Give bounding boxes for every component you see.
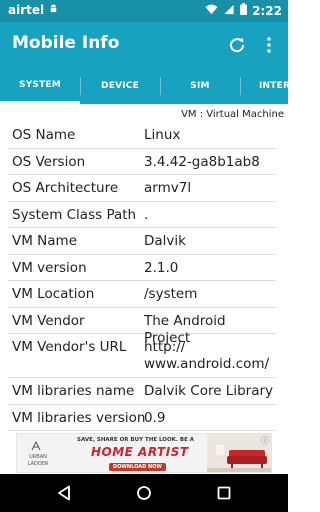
table-row: VM Vendor's URL http:// www.android.com/ [8,334,276,378]
row-value: 3.4.42-ga8b1ab8 [144,153,260,170]
clock-text: 2:22 [252,3,282,18]
table-row: VM version 2.1.0 [8,255,276,281]
row-label: VM Vendor's URL [12,339,127,355]
tab-sim[interactable]: SIM [160,68,240,104]
row-label: VM libraries name [12,383,135,399]
android-debug-icon [48,3,59,17]
row-label: VM libraries version [12,409,146,426]
recents-button[interactable] [212,482,236,504]
table-row: VM Name Dalvik [8,228,276,255]
row-value: Dalvik Core Library [144,383,274,399]
row-label: VM Location [12,286,95,302]
table-row: VM libraries name Dalvik Core Library [8,378,276,405]
tab-internet[interactable]: INTER [240,68,288,104]
ad-headline: SAVE, SHARE OR BUY THE LOOK. BE A [77,437,195,443]
carrier-label: airtel [8,3,45,17]
overflow-menu-button[interactable] [259,34,279,56]
row-value: 0.9 [144,409,166,426]
table-row: OS Name Linux [8,122,276,149]
row-value: 2.1.0 [144,259,179,276]
tab-bar: SYSTEM DEVICE SIM INTER [0,68,288,104]
app-bar: Mobile Info [0,22,288,68]
row-value-line1: http:// [144,339,186,355]
row-value-line2: www.android.com/ [144,356,270,372]
row-label: VM Name [12,233,78,249]
battery-icon [240,3,248,18]
navigation-bar [0,474,288,512]
refresh-icon [230,38,245,53]
ad-title: HOME ARTIST [91,445,189,459]
row-label: OS Architecture [12,180,119,196]
back-icon [58,485,70,501]
row-label: VM version [12,259,87,276]
table-row: VM Location /system [8,281,276,308]
table-row: VM Vendor The Android Project [8,308,276,346]
home-icon [137,486,151,500]
signal-icon [223,4,235,18]
ad-download-button[interactable]: DOWNLOAD NOW [109,463,166,471]
status-bar: airtel 2:22 [0,0,288,22]
vm-abbreviation-note: VM : Virtual Machine [181,109,284,120]
row-value: Dalvik [144,233,186,249]
row-value: armv7l [144,180,192,196]
ad-brand-logo: URBAN LADDER [21,440,55,467]
table-row: OS Version 3.4.42-ga8b1ab8 [8,149,276,175]
ad-info-icon[interactable]: ⓘ [261,435,269,446]
row-label: OS Name [12,127,76,143]
tab-device[interactable]: DEVICE [80,68,160,104]
home-button[interactable] [132,482,156,504]
recents-icon [217,486,231,500]
row-value: /system [144,286,198,302]
table-row: System Class Path . [8,202,276,228]
table-row: VM libraries version 0.9 [8,405,276,431]
row-label: VM Vendor [12,312,85,329]
app-title: Mobile Info [12,33,120,53]
system-info-table: OS Name Linux OS Version 3.4.42-ga8b1ab8… [8,122,276,431]
back-button[interactable] [52,482,76,504]
refresh-button[interactable] [226,34,248,56]
row-label: System Class Path [12,206,137,223]
more-vert-icon [267,37,271,53]
row-value: . [144,206,149,223]
wifi-icon [205,4,218,18]
row-label: OS Version [12,153,86,170]
ad-banner[interactable]: URBAN LADDER SAVE, SHARE OR BUY THE LOOK… [16,433,272,473]
row-value: Linux [144,127,181,143]
table-row: OS Architecture armv7l [8,175,276,202]
tab-system[interactable]: SYSTEM [0,68,80,104]
ad-brand-label: URBAN LADDER [27,454,49,467]
